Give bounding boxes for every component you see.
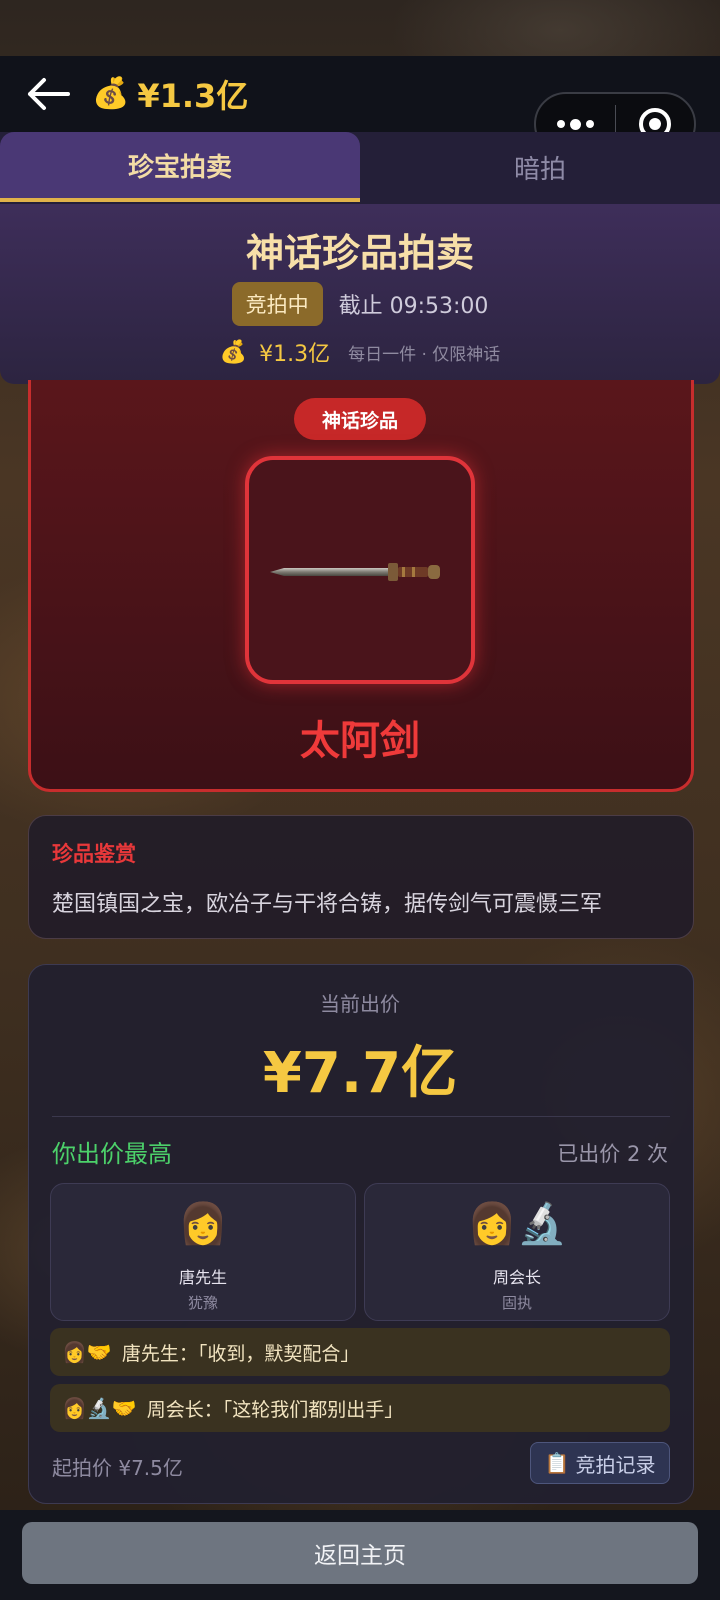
- bidder-trait: 犹豫: [187, 1294, 218, 1312]
- chat-message-text: 周会长：「这轮我们都别出手」: [146, 1398, 404, 1421]
- balance-display: 💰 ¥1.3亿: [92, 72, 248, 116]
- bid-record-button[interactable]: 📋 竞拍记录: [530, 1442, 670, 1484]
- bidder-avatar-icon: 👩: [178, 1201, 228, 1247]
- start-price: 起拍价 ¥7.5亿: [52, 1456, 183, 1480]
- auction-title: 神话珍品拍卖: [245, 231, 474, 275]
- auction-rule: 每日一件 · 仅限神话: [348, 344, 501, 365]
- item-name: 太阿剑: [300, 718, 420, 764]
- status-badge: 竞拍中: [231, 282, 323, 326]
- bidder-avatar-icon: 👩🔬: [467, 1201, 567, 1247]
- more-dots-icon[interactable]: [536, 118, 615, 130]
- bid-count: 已出价 2 次: [557, 1142, 668, 1166]
- bid-status-text: 你出价最高: [52, 1140, 172, 1168]
- handshake-icon: 👩🔬🤝: [62, 1396, 137, 1420]
- back-arrow-icon[interactable]: [22, 70, 74, 118]
- return-home-button[interactable]: 返回主页: [22, 1522, 698, 1584]
- bidder-trait: 固执: [501, 1294, 532, 1312]
- bronze-sword-icon: [268, 560, 452, 584]
- auction-meta-row: 💰 ¥1.3亿 每日一件 · 仅限神话: [0, 336, 720, 368]
- auction-status-row: 竞拍中 截止 09:53:00: [0, 282, 720, 326]
- clipboard-icon: 📋: [544, 1451, 570, 1475]
- auction-balance: ¥1.3亿: [259, 342, 331, 367]
- bidder-name: 周会长: [492, 1268, 541, 1287]
- tab-treasure-auction[interactable]: 珍宝拍卖: [0, 132, 360, 202]
- bidder-name: 唐先生: [178, 1268, 227, 1287]
- money-bag-icon: 💰: [92, 76, 130, 111]
- description-text: 楚国镇国之宝，欧冶子与干将合铸，据传剑气可震慑三军: [52, 892, 603, 917]
- chat-message-text: 唐先生：「收到，默契配合」: [121, 1342, 360, 1365]
- bid-divider: [52, 1116, 670, 1117]
- balance-amount: ¥1.3亿: [137, 77, 249, 115]
- rarity-badge: 神话珍品: [294, 398, 426, 440]
- current-bid-price: ¥7.7亿: [262, 1041, 458, 1106]
- description-title: 珍品鉴赏: [52, 842, 136, 866]
- current-bid-label: 当前出价: [320, 992, 400, 1016]
- chat-message: 👩🤝 唐先生：「收到，默契配合」: [50, 1328, 670, 1376]
- tab-blind-auction[interactable]: 暗拍: [360, 132, 720, 202]
- money-bag-icon: 💰: [219, 339, 248, 365]
- chat-message: 👩🔬🤝 周会长：「这轮我们都别出手」: [50, 1384, 670, 1432]
- handshake-icon: 👩🤝: [62, 1340, 112, 1364]
- bid-record-label: 竞拍记录: [575, 1452, 656, 1477]
- deadline-text: 截止 09:53:00: [338, 294, 489, 319]
- description-card: [28, 815, 694, 939]
